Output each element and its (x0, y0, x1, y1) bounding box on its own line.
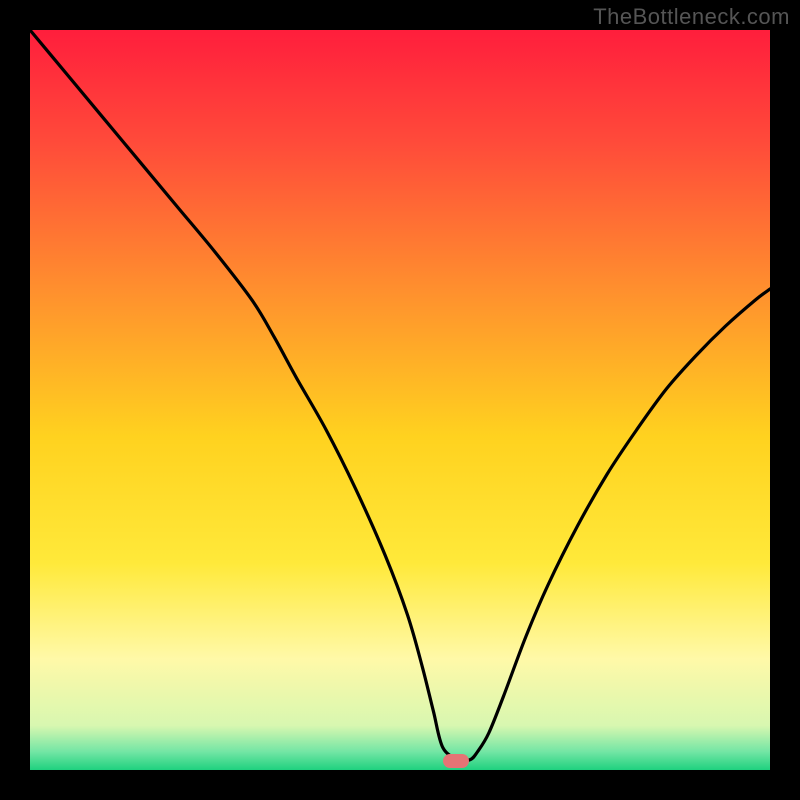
optimal-point-marker (443, 754, 469, 768)
plot-svg (30, 30, 770, 770)
watermark-text: TheBottleneck.com (593, 4, 790, 30)
plot-area (30, 30, 770, 770)
chart-container: TheBottleneck.com (0, 0, 800, 800)
